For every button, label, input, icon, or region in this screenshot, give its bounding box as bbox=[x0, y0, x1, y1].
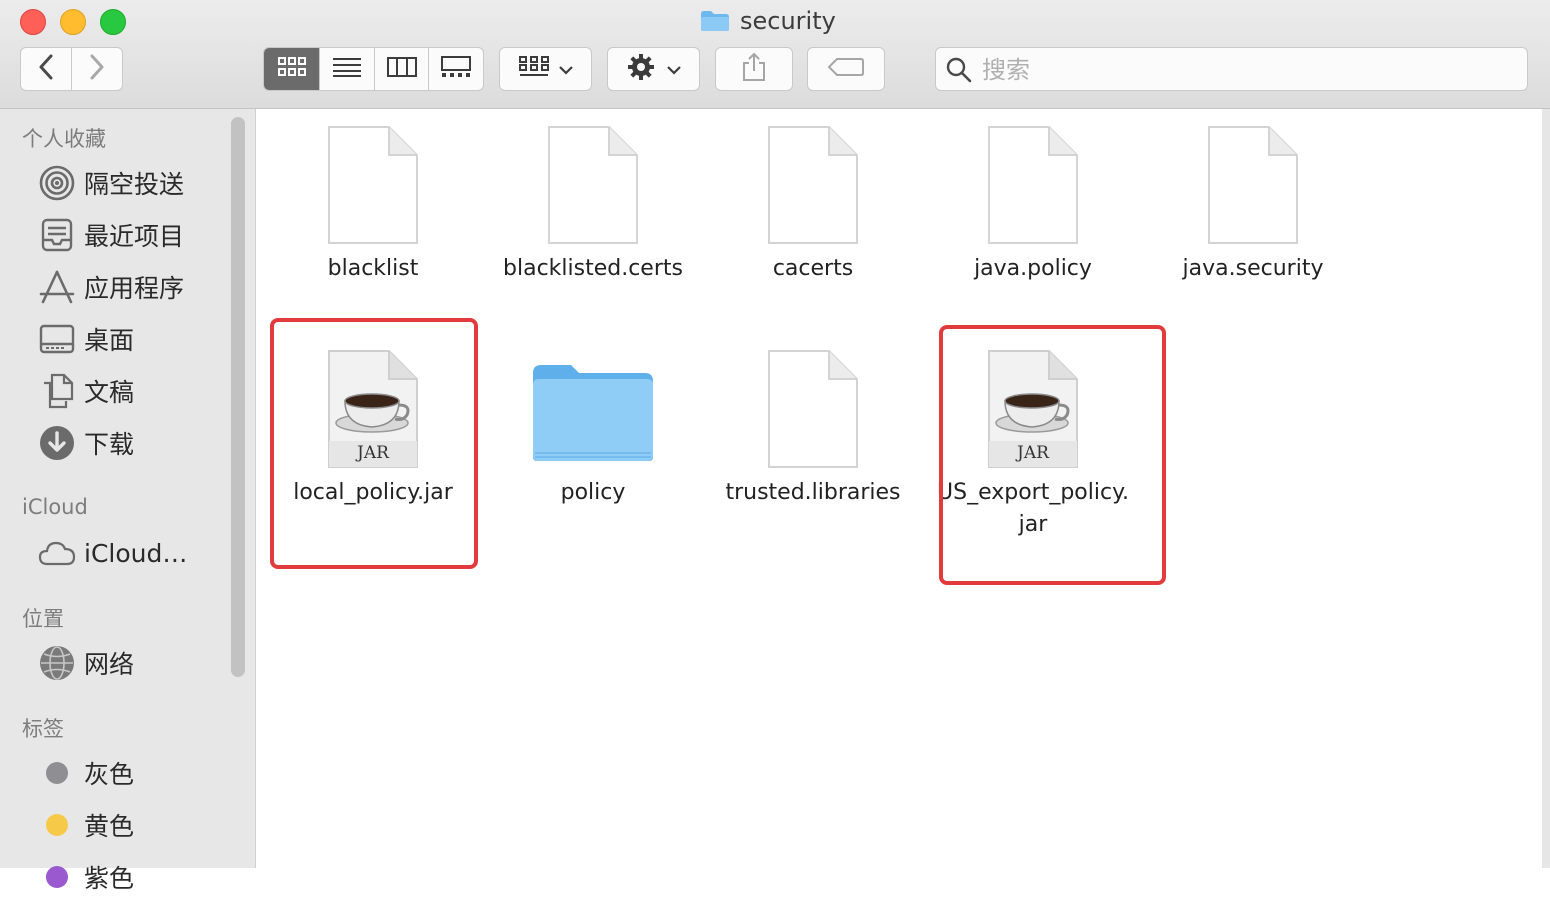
sidebar-item-label: 紫色 bbox=[84, 864, 135, 893]
action-menu-button[interactable] bbox=[607, 47, 700, 91]
icon-view-icon bbox=[277, 57, 306, 81]
document-icon bbox=[327, 125, 419, 245]
file-name: blacklisted.certs bbox=[503, 256, 683, 281]
forward-button[interactable] bbox=[72, 48, 122, 90]
gallery-view-icon bbox=[441, 56, 472, 82]
sidebar-item-tag-purple[interactable]: 紫色 bbox=[38, 857, 228, 897]
sidebar-section-tags: 标签 bbox=[22, 717, 64, 741]
sidebar-item-documents[interactable]: 文稿 bbox=[38, 371, 228, 411]
sidebar-item-tag-gray[interactable]: 灰色 bbox=[38, 753, 228, 793]
sidebar-item-applications[interactable]: 应用程序 bbox=[38, 267, 228, 307]
sidebar-section-locations: 位置 bbox=[22, 607, 64, 631]
chevron-down-icon bbox=[558, 60, 573, 79]
chevron-down-icon bbox=[666, 60, 681, 79]
tag-purple-dot bbox=[46, 866, 68, 888]
zoom-window-button[interactable] bbox=[100, 9, 126, 35]
window-title: security bbox=[700, 5, 836, 37]
sidebar-item-label: 黄色 bbox=[84, 812, 135, 841]
group-by-button[interactable] bbox=[499, 47, 592, 91]
column-view-button[interactable] bbox=[375, 48, 430, 90]
recents-icon bbox=[38, 216, 76, 254]
sidebar-section-favorites: 个人收藏 bbox=[22, 127, 106, 151]
sidebar-item-label: 网络 bbox=[84, 650, 135, 679]
sidebar-scrollbar[interactable] bbox=[231, 117, 245, 677]
folder-icon bbox=[700, 10, 730, 32]
file-item[interactable]: java.policy bbox=[923, 125, 1143, 285]
file-item[interactable]: policy bbox=[483, 349, 703, 509]
folder-icon bbox=[533, 349, 653, 469]
back-button[interactable] bbox=[21, 48, 72, 90]
chevron-left-icon bbox=[38, 54, 54, 84]
document-icon bbox=[547, 125, 639, 245]
gallery-view-button[interactable] bbox=[429, 48, 483, 90]
sidebar-item-label: 隔空投送 bbox=[84, 170, 185, 199]
search-icon bbox=[946, 57, 972, 87]
window-edge bbox=[1542, 109, 1550, 868]
share-button[interactable] bbox=[715, 47, 793, 91]
list-view-button[interactable] bbox=[320, 48, 375, 90]
sidebar-item-airdrop[interactable]: 隔空投送 bbox=[38, 163, 228, 203]
sidebar-item-label: 下载 bbox=[84, 430, 135, 459]
desktop-icon bbox=[38, 320, 76, 358]
file-item[interactable]: blacklisted.certs bbox=[483, 125, 703, 285]
sidebar-item-recents[interactable]: 最近项目 bbox=[38, 215, 228, 255]
chevron-right-icon bbox=[89, 54, 105, 84]
view-mode-switcher bbox=[263, 47, 484, 91]
file-name: java.policy bbox=[974, 256, 1092, 281]
close-window-button[interactable] bbox=[20, 9, 46, 35]
documents-icon bbox=[38, 372, 76, 410]
sidebar-item-label: 文稿 bbox=[84, 378, 135, 407]
sidebar-item-label: 最近项目 bbox=[84, 222, 185, 251]
document-icon bbox=[1207, 125, 1299, 245]
sidebar-item-label: 应用程序 bbox=[84, 274, 185, 303]
tag-yellow-dot bbox=[46, 814, 68, 836]
tag-icon bbox=[827, 57, 864, 81]
gear-icon bbox=[627, 53, 655, 85]
sidebar-section-icloud: iCloud bbox=[22, 495, 88, 519]
icon-view-button[interactable] bbox=[264, 48, 321, 90]
airdrop-icon bbox=[38, 164, 76, 202]
search-field[interactable] bbox=[935, 47, 1528, 91]
file-item[interactable]: java.security bbox=[1143, 125, 1363, 285]
column-view-icon bbox=[386, 57, 417, 81]
file-name: trusted.libraries bbox=[725, 480, 901, 505]
sidebar-item-desktop[interactable]: 桌面 bbox=[38, 319, 228, 359]
file-name: blacklist bbox=[327, 256, 419, 281]
list-view-icon bbox=[333, 57, 362, 81]
file-item[interactable]: trusted.libraries bbox=[703, 349, 923, 509]
file-item[interactable]: blacklist bbox=[263, 125, 483, 285]
file-name: cacerts bbox=[772, 256, 854, 281]
search-input[interactable] bbox=[980, 54, 1504, 86]
group-by-icon bbox=[518, 56, 549, 82]
file-name: java.security bbox=[1182, 256, 1324, 281]
sidebar-item-downloads[interactable]: 下载 bbox=[38, 423, 228, 463]
navigation-buttons bbox=[20, 47, 123, 91]
sidebar-item-tag-yellow[interactable]: 黄色 bbox=[38, 805, 228, 845]
minimize-window-button[interactable] bbox=[60, 9, 86, 35]
applications-icon bbox=[38, 268, 76, 306]
sidebar-item-label: 灰色 bbox=[84, 760, 135, 789]
sidebar-item-icloud-drive[interactable]: iCloud… bbox=[38, 533, 228, 573]
file-name: policy bbox=[560, 480, 626, 505]
document-icon bbox=[987, 125, 1079, 245]
network-icon bbox=[38, 644, 76, 682]
file-browser: blacklist blacklisted.certs cacerts java… bbox=[256, 109, 1542, 868]
sidebar: 个人收藏 隔空投送 最近项目 应用程序 桌面 文稿 下载 iCloud iClo… bbox=[0, 109, 256, 893]
sidebar-item-network[interactable]: 网络 bbox=[38, 643, 228, 683]
window-title-text: security bbox=[740, 7, 836, 35]
highlight-box bbox=[270, 318, 478, 569]
tag-button[interactable] bbox=[807, 47, 885, 91]
sidebar-item-label: 桌面 bbox=[84, 326, 135, 355]
tag-gray-dot bbox=[46, 762, 68, 784]
cloud-icon bbox=[38, 534, 76, 572]
downloads-icon bbox=[38, 424, 76, 462]
document-icon bbox=[767, 125, 859, 245]
document-icon bbox=[767, 349, 859, 469]
share-icon bbox=[742, 52, 766, 86]
toolbar: security bbox=[0, 0, 1550, 109]
file-item[interactable]: cacerts bbox=[703, 125, 923, 285]
highlight-box bbox=[939, 325, 1166, 585]
sidebar-item-label: iCloud… bbox=[84, 538, 188, 568]
